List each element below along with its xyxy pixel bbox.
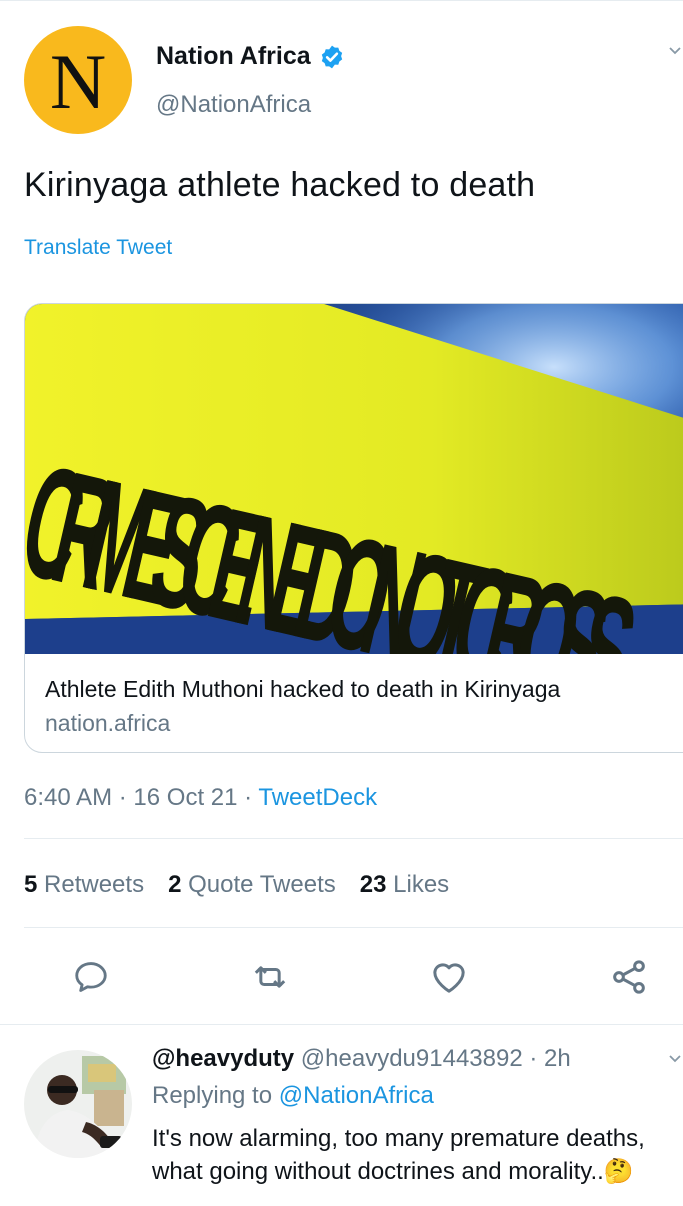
quotes-count: 2 [168, 871, 182, 898]
share-button[interactable] [607, 955, 651, 999]
tweet-source-link[interactable]: TweetDeck [258, 784, 377, 811]
replying-to-link[interactable]: @NationAfrica [279, 1082, 434, 1109]
crime-scene-tape-image: CRIME SCENE DO NOT CROSS [25, 304, 683, 654]
user-photo [24, 1050, 132, 1158]
reply-header: @heavyduty @heavydu91443892 · 2h [152, 1045, 571, 1073]
meta-separator: · [529, 1045, 538, 1072]
top-divider [0, 0, 683, 1]
reply-text: It's now alarming, too many premature de… [152, 1122, 672, 1188]
tweet-date[interactable]: 16 Oct 21 [133, 784, 237, 811]
share-icon [613, 960, 645, 994]
link-preview-card[interactable]: CRIME SCENE DO NOT CROSS Athlete Edith M… [24, 303, 683, 753]
retweets-count: 5 [24, 871, 38, 898]
verified-badge-icon [321, 45, 342, 68]
divider [24, 927, 683, 928]
reply-handle[interactable]: @heavydu91443892 [301, 1045, 523, 1072]
reply-time[interactable]: 2h [544, 1045, 571, 1072]
retweets-stat[interactable]: 5 Retweets [24, 871, 144, 899]
divider [24, 838, 683, 839]
retweet-button[interactable] [248, 955, 292, 999]
meta-separator: · [244, 784, 253, 811]
card-title[interactable]: Athlete Edith Muthoni hacked to death in… [45, 676, 560, 703]
reply-body: It's now alarming, too many premature de… [152, 1125, 645, 1185]
reply-display-name[interactable]: @heavyduty [152, 1045, 294, 1072]
translate-tweet-link[interactable]: Translate Tweet [24, 236, 172, 260]
likes-count: 23 [359, 871, 387, 898]
chevron-down-icon[interactable] [668, 44, 682, 58]
quote-tweets-stat[interactable]: 2 Quote Tweets [168, 871, 336, 899]
likes-stat[interactable]: 23 Likes [360, 871, 449, 899]
divider [0, 1024, 683, 1025]
reply-button[interactable] [69, 955, 113, 999]
tweet-metadata: 6:40 AM · 16 Oct 21 · TweetDeck [24, 784, 377, 812]
retweets-label: Retweets [44, 871, 145, 898]
tweet-text: Kirinyaga athlete hacked to death [24, 166, 536, 204]
quotes-label: Quote Tweets [188, 871, 336, 898]
tweet-time[interactable]: 6:40 AM [24, 784, 112, 811]
avatar-letter: N [49, 38, 107, 125]
meta-separator: · [118, 784, 127, 811]
like-button[interactable] [427, 955, 471, 999]
likes-label: Likes [393, 871, 450, 898]
author-display-name[interactable]: Nation Africa [156, 42, 311, 71]
nation-africa-avatar[interactable]: N [24, 26, 132, 134]
chevron-down-icon[interactable] [668, 1052, 682, 1066]
card-domain[interactable]: nation.africa [45, 710, 170, 737]
engagement-stats: 5 Retweets 2 Quote Tweets 23 Likes [24, 871, 449, 899]
replying-prefix: Replying to [152, 1082, 273, 1109]
retweet-icon [254, 966, 286, 988]
replying-to-line: Replying to @NationAfrica [152, 1082, 434, 1110]
like-icon [433, 963, 465, 993]
reply-icon [75, 962, 107, 992]
author-handle[interactable]: @NationAfrica [156, 91, 311, 119]
thinking-face-emoji: 🤔 [603, 1158, 634, 1185]
author-name-row[interactable]: Nation Africa [156, 42, 345, 71]
reply-user-avatar[interactable] [24, 1050, 132, 1158]
